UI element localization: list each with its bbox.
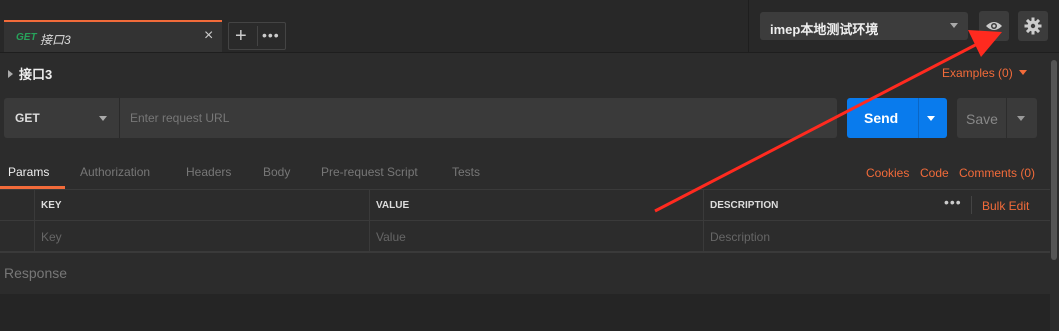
key-placeholder: Key [41,230,62,244]
request-title[interactable]: 接口3 [8,64,52,83]
description-placeholder: Description [710,230,771,244]
request-tab[interactable]: GET 接口3 × [4,20,222,52]
tab-actions: + ••• [228,22,286,50]
header-key: KEY [41,200,62,211]
send-button[interactable]: Send [847,98,947,138]
examples-label: Examples (0) [942,66,1013,80]
tab-pre-request-script[interactable]: Pre-request Script [321,165,418,179]
send-label: Send [864,110,899,126]
top-bar: GET 接口3 × + ••• imep本地测试环境 [0,0,1059,53]
value-placeholder: Value [376,230,406,244]
save-button[interactable]: Save [957,98,1037,138]
request-title-text: 接口3 [19,67,53,82]
chevron-down-icon[interactable] [1017,116,1025,121]
environment-name: imep本地测试环境 [770,22,879,37]
scrollbar[interactable] [1051,60,1057,260]
key-cell[interactable]: Key [34,221,369,251]
tab-body[interactable]: Body [263,165,290,179]
table-header-row: KEY VALUE DESCRIPTION ••• Bulk Edit [0,190,1050,221]
description-cell[interactable]: Description [703,221,1050,251]
code-link[interactable]: Code [920,166,949,180]
examples-dropdown[interactable]: Examples (0) [942,66,1027,80]
key-column-header: KEY [34,190,369,220]
chevron-down-icon[interactable] [927,116,935,121]
response-panel: Response [0,252,1050,295]
gear-icon [1024,17,1042,35]
plus-icon[interactable]: + [235,25,247,48]
eye-icon [986,22,1002,30]
tab-headers[interactable]: Headers [186,165,231,179]
value-column-header: VALUE [369,190,703,220]
request-subtabs: Params Authorization Headers Body Pre-re… [0,155,1050,189]
header-value: VALUE [376,200,410,211]
close-icon[interactable]: × [204,27,213,45]
url-bar: GET [4,98,837,138]
more-options-icon[interactable]: ••• [944,194,962,210]
environment-select[interactable]: imep本地测试环境 [760,12,968,40]
chevron-down-icon [99,116,107,121]
chevron-down-icon [1018,70,1027,75]
divider [918,98,919,138]
tab-params[interactable]: Params [8,165,49,179]
divider [1006,98,1007,138]
tab-method-badge: GET [16,32,37,43]
tab-tests[interactable]: Tests [452,165,480,179]
comments-link[interactable]: Comments (0) [959,166,1035,180]
request-url-input[interactable] [120,98,837,138]
chevron-down-icon [950,23,958,28]
manage-environments-button[interactable] [1018,11,1048,41]
method-label: GET [15,111,40,125]
more-tabs-icon[interactable]: ••• [262,27,280,43]
cookies-link[interactable]: Cookies [866,166,909,180]
params-table: KEY VALUE DESCRIPTION ••• Bulk Edit Key … [0,190,1050,252]
bulk-edit-link[interactable]: Bulk Edit [982,199,1029,213]
environment-panel: imep本地测试环境 [748,0,1059,52]
save-label: Save [966,111,998,127]
value-cell[interactable]: Value [369,221,703,251]
environment-quick-look-button[interactable] [979,11,1009,41]
divider [971,196,972,214]
response-label: Response [4,265,68,281]
response-body-area [0,294,1050,331]
header-description: DESCRIPTION [710,200,779,211]
triangle-right-icon [8,70,13,78]
divider [257,26,258,46]
method-select[interactable]: GET [4,98,120,138]
table-row: Key Value Description [0,221,1050,252]
tab-title: 接口3 [40,33,71,47]
tab-authorization[interactable]: Authorization [80,165,150,179]
